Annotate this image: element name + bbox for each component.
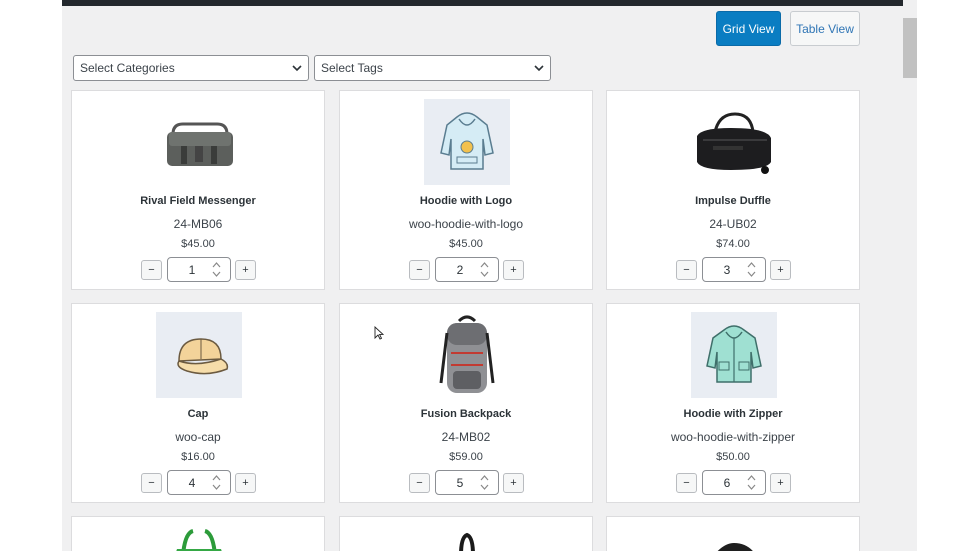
product-sku: 24-UB02 <box>709 217 757 231</box>
product-card: Impulse Duffle 24-UB02 $74.00 − 3 + <box>606 90 860 290</box>
mouse-pointer-icon <box>374 326 384 340</box>
scrollbar-track[interactable] <box>903 0 917 551</box>
quantity-stepper: − 2 + <box>340 257 592 282</box>
decrease-quantity-button[interactable]: − <box>676 260 697 280</box>
product-sku: 24-MB06 <box>173 217 223 231</box>
left-gutter <box>0 0 62 551</box>
tags-select-label: Select Tags <box>321 61 383 75</box>
quantity-stepper: − 6 + <box>607 470 859 495</box>
quantity-input[interactable]: 6 <box>702 470 766 495</box>
product-price: $74.00 <box>716 238 750 250</box>
decrease-quantity-button[interactable]: − <box>141 260 162 280</box>
quantity-value: 4 <box>188 476 196 490</box>
product-grid-page: Grid View Table View Select Categories S… <box>62 6 903 551</box>
backpack-icon[interactable] <box>424 312 510 398</box>
decrease-quantity-button[interactable]: − <box>409 260 430 280</box>
increase-quantity-button[interactable]: + <box>235 473 256 493</box>
product-card-partial <box>339 516 593 551</box>
product-price: $16.00 <box>181 451 215 463</box>
product-price: $50.00 <box>716 451 750 463</box>
increase-quantity-button[interactable]: + <box>235 260 256 280</box>
decrease-quantity-button[interactable]: − <box>141 473 162 493</box>
table-view-button[interactable]: Table View <box>790 11 860 46</box>
spinner-arrows-icon[interactable] <box>212 261 221 278</box>
product-card-partial <box>606 516 860 551</box>
duffle-bag-icon[interactable] <box>691 99 777 185</box>
spinner-arrows-icon[interactable] <box>480 261 489 278</box>
quantity-stepper: − 5 + <box>340 470 592 495</box>
quantity-value: 6 <box>723 476 731 490</box>
product-title[interactable]: Hoodie with Logo <box>340 195 592 207</box>
spinner-arrows-icon[interactable] <box>747 474 756 491</box>
quantity-input[interactable]: 4 <box>167 470 231 495</box>
product-card: Hoodie with Logo woo-hoodie-with-logo $4… <box>339 90 593 290</box>
chevron-down-icon <box>534 65 544 72</box>
bag-icon[interactable] <box>424 525 510 551</box>
bag-icon[interactable] <box>691 525 777 551</box>
chevron-down-icon <box>292 65 302 72</box>
increase-quantity-button[interactable]: + <box>503 473 524 493</box>
quantity-stepper: − 3 + <box>607 257 859 282</box>
tags-select[interactable]: Select Tags <box>314 55 551 81</box>
spinner-arrows-icon[interactable] <box>212 474 221 491</box>
right-gutter <box>917 0 980 551</box>
categories-select[interactable]: Select Categories <box>73 55 309 81</box>
product-card: Cap woo-cap $16.00 − 4 + <box>71 303 325 503</box>
product-title[interactable]: Impulse Duffle <box>607 195 859 207</box>
quantity-input[interactable]: 1 <box>167 257 231 282</box>
product-title[interactable]: Hoodie with Zipper <box>607 408 859 420</box>
quantity-stepper: − 4 + <box>72 470 324 495</box>
increase-quantity-button[interactable]: + <box>503 260 524 280</box>
product-price: $45.00 <box>449 238 483 250</box>
quantity-value: 1 <box>188 263 196 277</box>
product-price: $45.00 <box>181 238 215 250</box>
product-title[interactable]: Cap <box>72 408 324 420</box>
scrollbar-thumb[interactable] <box>903 18 917 78</box>
quantity-input[interactable]: 5 <box>435 470 499 495</box>
increase-quantity-button[interactable]: + <box>770 473 791 493</box>
categories-select-label: Select Categories <box>80 61 175 75</box>
product-sku: woo-hoodie-with-zipper <box>670 430 796 444</box>
hoodie-zipper-icon[interactable] <box>691 312 777 398</box>
messenger-bag-icon[interactable] <box>156 99 242 185</box>
product-card: Rival Field Messenger 24-MB06 $45.00 − 1… <box>71 90 325 290</box>
product-sku: 24-MB02 <box>441 430 491 444</box>
quantity-value: 2 <box>456 263 464 277</box>
cap-icon[interactable] <box>156 312 242 398</box>
spinner-arrows-icon[interactable] <box>480 474 489 491</box>
product-sku: woo-hoodie-with-logo <box>408 217 524 231</box>
spinner-arrows-icon[interactable] <box>747 261 756 278</box>
tote-bag-icon[interactable] <box>156 525 242 551</box>
product-card: Hoodie with Zipper woo-hoodie-with-zippe… <box>606 303 860 503</box>
decrease-quantity-button[interactable]: − <box>676 473 697 493</box>
quantity-value: 5 <box>456 476 464 490</box>
quantity-value: 3 <box>723 263 731 277</box>
product-card-partial <box>71 516 325 551</box>
quantity-stepper: − 1 + <box>72 257 324 282</box>
quantity-input[interactable]: 2 <box>435 257 499 282</box>
increase-quantity-button[interactable]: + <box>770 260 791 280</box>
product-sku: woo-cap <box>175 430 221 444</box>
product-price: $59.00 <box>449 451 483 463</box>
decrease-quantity-button[interactable]: − <box>409 473 430 493</box>
product-title[interactable]: Fusion Backpack <box>340 408 592 420</box>
grid-view-button[interactable]: Grid View <box>716 11 781 46</box>
quantity-input[interactable]: 3 <box>702 257 766 282</box>
hoodie-logo-icon[interactable] <box>424 99 510 185</box>
product-title[interactable]: Rival Field Messenger <box>72 195 324 207</box>
